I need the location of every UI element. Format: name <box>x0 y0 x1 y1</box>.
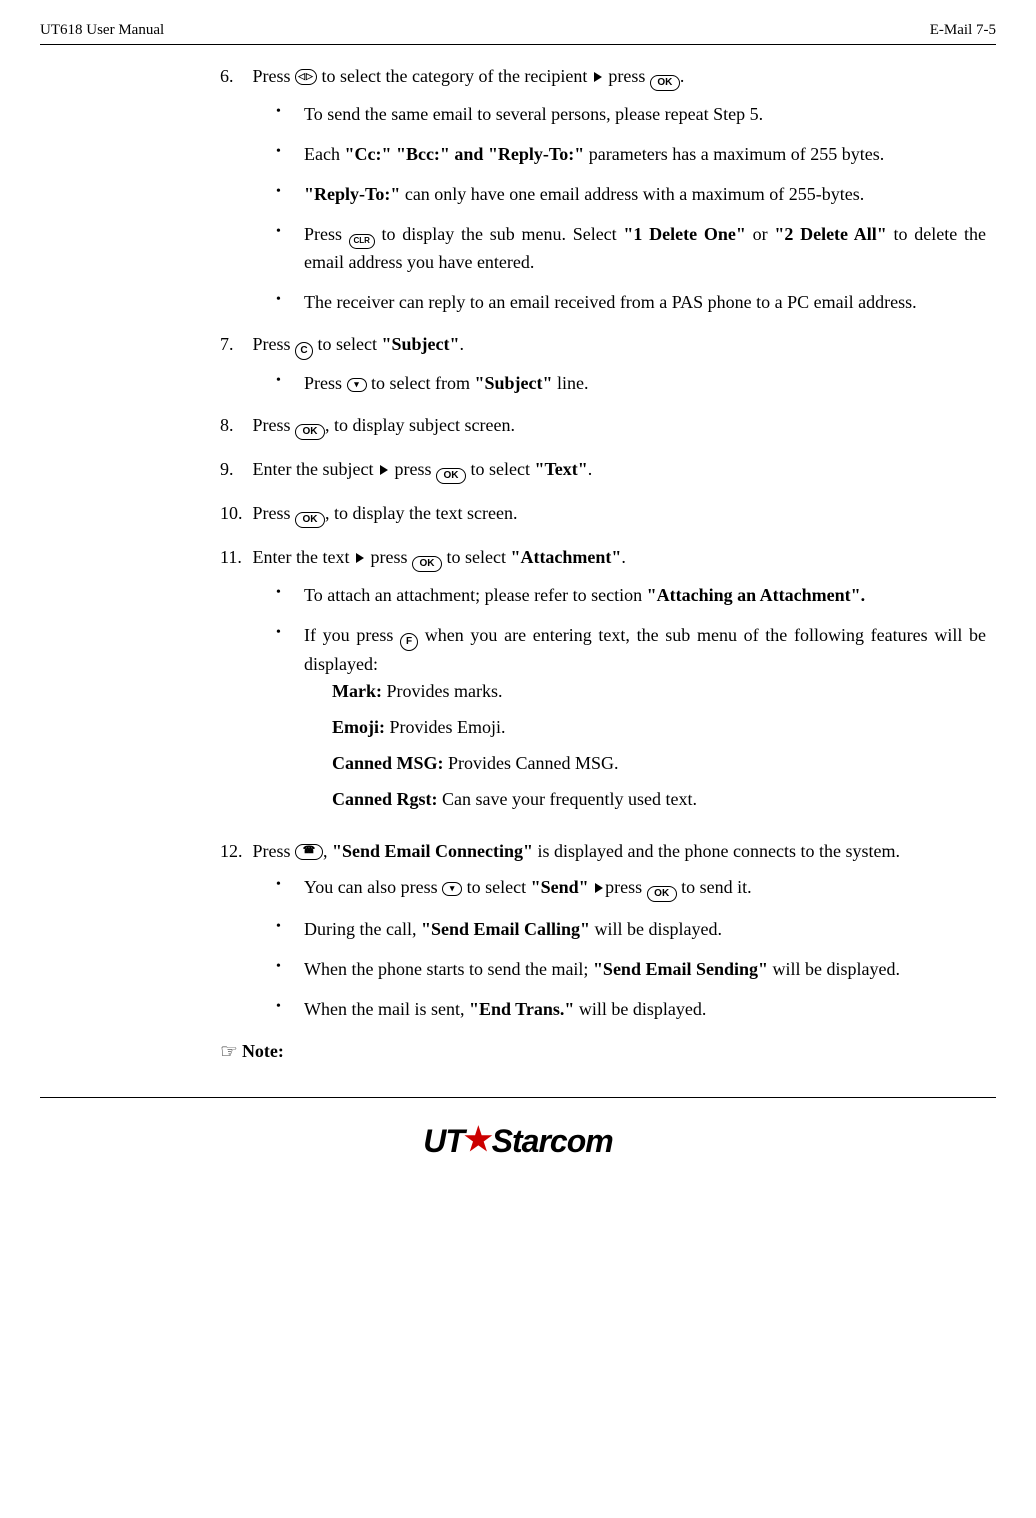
play-triangle-icon <box>380 465 388 475</box>
bullet-dot-icon: • <box>276 181 304 207</box>
logo-star-icon: ★ <box>464 1116 492 1162</box>
bullet-dot-icon: • <box>276 101 304 127</box>
ok-key-icon: OK <box>650 75 680 91</box>
step-number: 8. <box>220 412 248 438</box>
header-right: E-Mail 7-5 <box>930 20 996 42</box>
feature-canned-msg: Canned MSG: Provides Canned MSG. <box>332 750 986 776</box>
step-number: 6. <box>220 63 248 89</box>
bullet-item: • "Reply-To:" can only have one email ad… <box>276 181 986 207</box>
c-key-icon: C <box>295 342 313 360</box>
bullet-text: When the mail is sent, "End Trans." will… <box>304 996 986 1022</box>
bullet-dot-icon: • <box>276 141 304 167</box>
feature-canned-rgst: Canned Rgst: Can save your frequently us… <box>332 786 986 812</box>
bullet-text: When the phone starts to send the mail; … <box>304 956 986 982</box>
bullet-dot-icon: • <box>276 370 304 396</box>
step-text: . <box>680 66 685 86</box>
bullet-dot-icon: • <box>276 622 304 821</box>
page-header: UT618 User Manual E-Mail 7-5 <box>40 20 996 45</box>
step-number: 7. <box>220 331 248 357</box>
bullet-item: • If you press F when you are entering t… <box>276 622 986 821</box>
ok-key-icon: OK <box>412 556 442 572</box>
step-number: 12. <box>220 838 248 864</box>
bullet-text: During the call, "Send Email Calling" wi… <box>304 916 986 942</box>
bullet-item: • To attach an attachment; please refer … <box>276 582 986 608</box>
ok-key-icon: OK <box>647 886 677 902</box>
step-text: Press <box>253 66 296 86</box>
bullet-item: • When the mail is sent, "End Trans." wi… <box>276 996 986 1022</box>
bullet-text: Press CLR to display the sub menu. Selec… <box>304 221 986 275</box>
step-12: 12. Press , "Send Email Connecting" is d… <box>220 838 986 1022</box>
step-10: 10. Press OK, to display the text screen… <box>220 500 986 528</box>
step-8: 8. Press OK, to display subject screen. <box>220 412 986 440</box>
bullet-item: • During the call, "Send Email Calling" … <box>276 916 986 942</box>
step-11: 11. Enter the text press OK to select "A… <box>220 544 986 822</box>
step-text: to select the category of the recipient <box>322 66 592 86</box>
bullet-item: • Each "Cc:" "Bcc:" and "Reply-To:" para… <box>276 141 986 167</box>
footer-rule <box>40 1097 996 1098</box>
note-label: Note: <box>242 1041 284 1061</box>
bullet-text: "Reply-To:" can only have one email addr… <box>304 181 986 207</box>
bullet-dot-icon: • <box>276 916 304 942</box>
step-number: 11. <box>220 544 248 570</box>
down-key-icon <box>347 378 367 392</box>
feature-emoji: Emoji: Provides Emoji. <box>332 714 986 740</box>
bullet-dot-icon: • <box>276 221 304 275</box>
feature-mark: Mark: Provides marks. <box>332 678 986 704</box>
f-key-icon: F <box>400 633 418 651</box>
page-content: 6. Press to select the category of the r… <box>40 63 996 1068</box>
bullet-dot-icon: • <box>276 956 304 982</box>
step-6: 6. Press to select the category of the r… <box>220 63 986 315</box>
bullet-dot-icon: • <box>276 582 304 608</box>
bullet-dot-icon: • <box>276 874 304 902</box>
bullet-dot-icon: • <box>276 289 304 315</box>
pointing-hand-icon: ☞ <box>220 1041 238 1063</box>
call-key-icon <box>295 844 323 860</box>
subfeature-list: Mark: Provides marks. Emoji: Provides Em… <box>332 678 986 812</box>
step-7: 7. Press C to select "Subject". • Press … <box>220 331 986 396</box>
logo-rest: Starcom <box>492 1123 613 1159</box>
bullet-text: You can also press to select "Send" pres… <box>304 874 986 902</box>
down-key-icon <box>442 882 462 896</box>
bullet-item: • Press to select from "Subject" line. <box>276 370 986 396</box>
bullet-item: • You can also press to select "Send" pr… <box>276 874 986 902</box>
play-triangle-icon <box>595 883 603 893</box>
step-number: 10. <box>220 500 248 526</box>
play-triangle-icon <box>594 72 602 82</box>
bullet-text: Each "Cc:" "Bcc:" and "Reply-To:" parame… <box>304 141 986 167</box>
footer-logo: UT★Starcom <box>40 1118 996 1164</box>
bullet-text: To send the same email to several person… <box>304 101 986 127</box>
ok-key-icon: OK <box>295 512 325 528</box>
step-text: press <box>608 66 650 86</box>
bullet-text: To attach an attachment; please refer to… <box>304 582 986 608</box>
logo-ut: UT <box>423 1123 464 1159</box>
step-9: 9. Enter the subject press OK to select … <box>220 456 986 484</box>
clr-key-icon: CLR <box>349 234 375 249</box>
bullet-item: • To send the same email to several pers… <box>276 101 986 127</box>
ok-key-icon: OK <box>436 468 466 484</box>
bullet-text: Press to select from "Subject" line. <box>304 370 986 396</box>
bullet-dot-icon: • <box>276 996 304 1022</box>
bullet-text: If you press F when you are entering tex… <box>304 622 986 821</box>
bullet-item: • Press CLR to display the sub menu. Sel… <box>276 221 986 275</box>
bullet-text: The receiver can reply to an email recei… <box>304 289 986 315</box>
play-triangle-icon <box>356 553 364 563</box>
bullet-item: • When the phone starts to send the mail… <box>276 956 986 982</box>
ok-key-icon: OK <box>295 424 325 440</box>
step-number: 9. <box>220 456 248 482</box>
bullet-item: • The receiver can reply to an email rec… <box>276 289 986 315</box>
header-left: UT618 User Manual <box>40 20 164 42</box>
note-heading: ☞Note: <box>220 1038 986 1067</box>
direction-key-icon <box>295 69 317 85</box>
